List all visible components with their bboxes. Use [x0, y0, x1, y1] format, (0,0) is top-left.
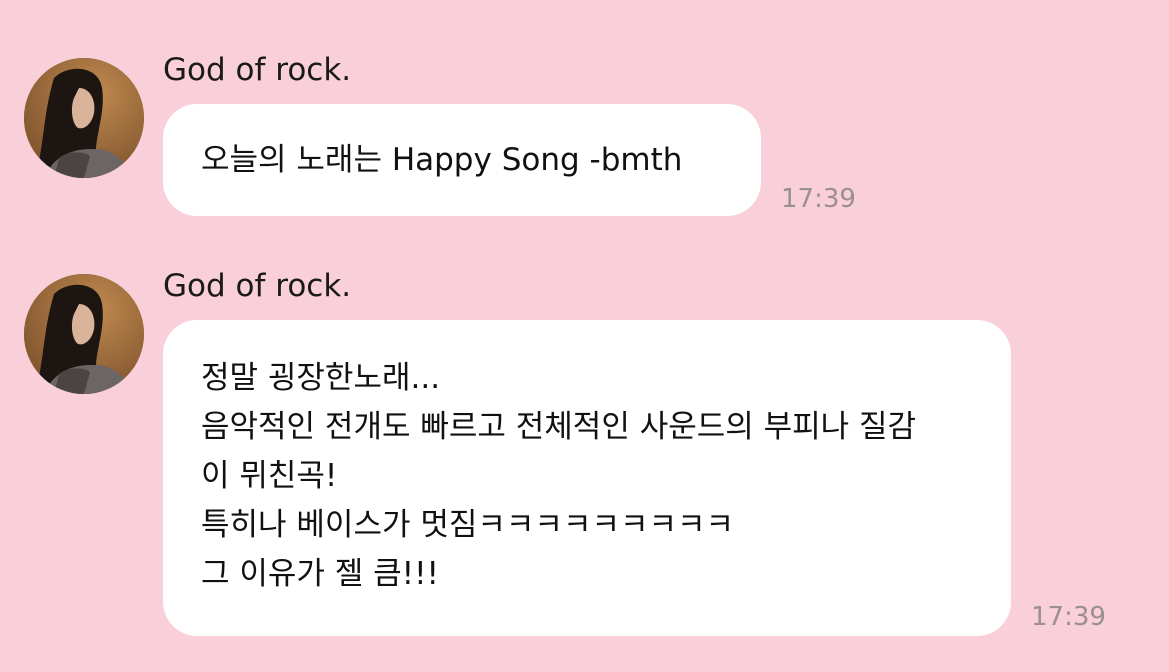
avatar[interactable]	[24, 274, 144, 394]
message-bubble[interactable]: 정말 굉장한노래... 음악적인 전개도 빠르고 전체적인 사운드의 부피나 질…	[163, 320, 1011, 636]
profile-photo-icon	[24, 274, 144, 394]
message-text-line: 정말 굉장한노래...	[201, 360, 441, 396]
message-text-line: 이 뮈친곡!	[201, 458, 338, 494]
message-text-line: 특히나 베이스가 멋짐ㅋㅋㅋㅋㅋㅋㅋㅋㅋ	[201, 507, 735, 543]
timestamp: 17:39	[1031, 602, 1106, 632]
message-text-line: 그 이유가 젤 큼!!!	[201, 556, 439, 592]
message-text-line: 음악적인 전개도 빠르고 전체적인 사운드의 부피나 질감	[201, 409, 917, 445]
message-item: God of rock. 정말 굉장한노래... 음악적인 전개도 빠르고 전체…	[0, 0, 1169, 672]
sender-name: God of rock.	[163, 268, 352, 304]
